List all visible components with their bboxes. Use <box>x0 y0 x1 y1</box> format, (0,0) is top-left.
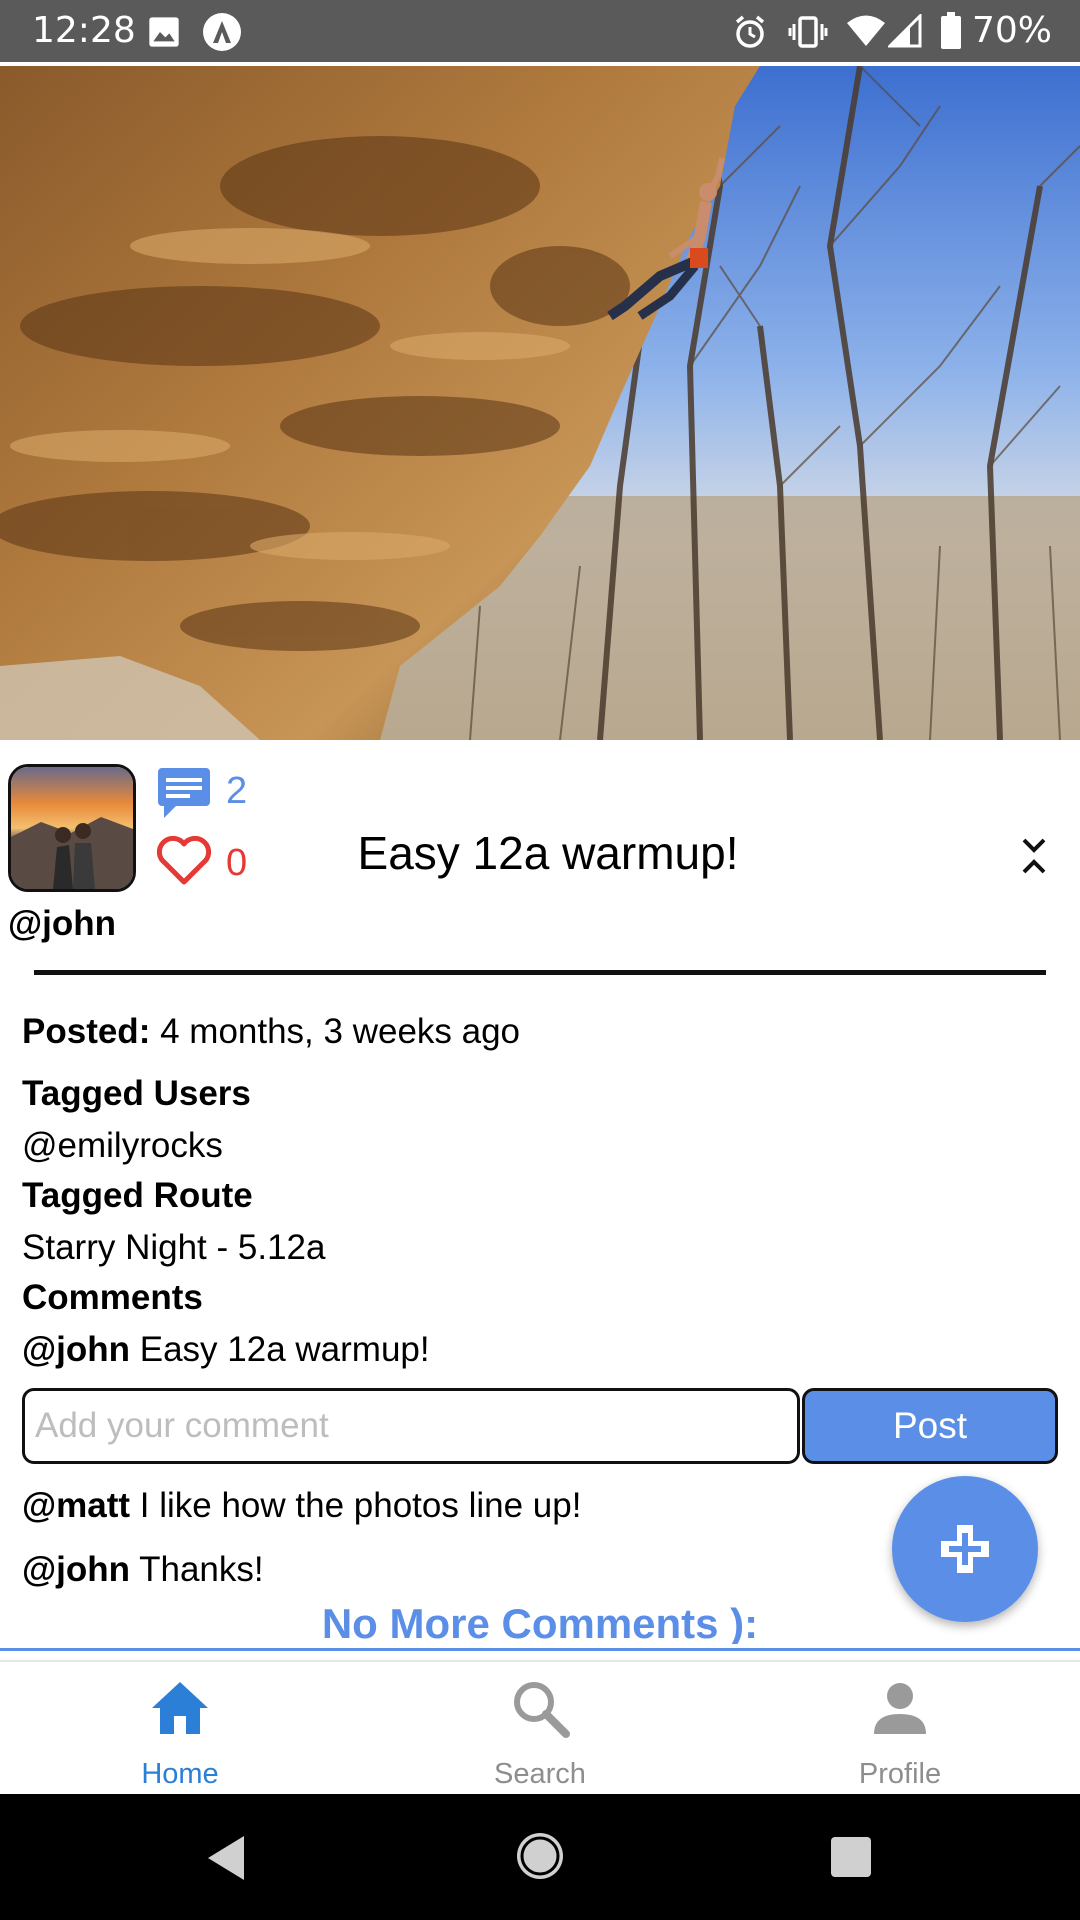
post-username[interactable]: @john <box>8 904 116 944</box>
tagged-route-heading: Tagged Route <box>22 1176 253 1216</box>
tagged-users-heading: Tagged Users <box>22 1074 251 1114</box>
battery-percentage: 70% <box>972 10 1053 51</box>
avatar-image <box>11 767 133 889</box>
comment-item: @john Thanks! <box>22 1550 264 1590</box>
tagged-users-label: Tagged Users <box>22 1074 251 1113</box>
posted-row: Posted: 4 months, 3 weeks ago <box>22 1012 520 1052</box>
person-icon <box>874 1683 926 1734</box>
caption-comment: @john Easy 12a warmup! <box>22 1330 430 1370</box>
cell-signal-icon <box>886 12 922 53</box>
climbing-photo-image <box>0 66 1080 740</box>
comment-user[interactable]: @john <box>22 1550 130 1589</box>
caption-text: Easy 12a warmup! <box>139 1330 430 1369</box>
vibrate-icon <box>788 14 828 55</box>
post-title: Easy 12a warmup! <box>357 827 739 879</box>
posted-label: Posted: <box>22 1012 151 1051</box>
collapse-icon[interactable] <box>1018 836 1050 881</box>
tab-home[interactable]: Home <box>0 1662 360 1796</box>
recents-icon[interactable] <box>830 1836 872 1878</box>
back-icon[interactable] <box>204 1834 248 1882</box>
battery-icon <box>940 12 962 55</box>
comments-icon[interactable] <box>156 766 212 825</box>
comments-label: Comments <box>22 1278 203 1317</box>
tagged-route-label: Tagged Route <box>22 1176 253 1215</box>
comment-text: Thanks! <box>139 1550 264 1589</box>
like-heart-icon[interactable] <box>156 835 212 891</box>
comment-input[interactable] <box>22 1388 800 1464</box>
no-more-comments: No More Comments ): <box>321 1600 759 1644</box>
tab-home-label: Home <box>141 1758 219 1790</box>
status-time: 12:28 <box>32 10 136 51</box>
search-icon <box>514 1682 570 1738</box>
comment-user[interactable]: @matt <box>22 1486 130 1525</box>
home-icon <box>152 1682 208 1734</box>
system-nav-bar <box>0 1794 1080 1920</box>
post-photo[interactable] <box>0 66 1080 740</box>
app-notification-icon <box>202 12 242 57</box>
bottom-tab-bar: Home Search Profile <box>0 1660 1080 1796</box>
tab-profile-label: Profile <box>858 1758 942 1790</box>
caption-user[interactable]: @john <box>22 1330 130 1369</box>
posted-value: 4 months, 3 weeks ago <box>160 1012 521 1051</box>
add-post-fab[interactable] <box>892 1476 1038 1622</box>
tab-search-label: Search <box>494 1758 586 1790</box>
post-comment-button[interactable]: Post <box>802 1388 1058 1464</box>
tab-search[interactable]: Search <box>360 1662 720 1796</box>
like-count: 0 <box>226 842 248 884</box>
list-bottom-divider <box>0 1648 1080 1651</box>
comments-heading: Comments <box>22 1278 203 1318</box>
tagged-user-link[interactable]: @emilyrocks <box>22 1126 223 1166</box>
image-notification-icon <box>148 16 180 53</box>
wifi-icon <box>846 14 886 53</box>
home-nav-icon[interactable] <box>514 1830 566 1882</box>
tagged-route-link[interactable]: Starry Night - 5.12a <box>22 1228 325 1268</box>
tab-profile[interactable]: Profile <box>720 1662 1080 1796</box>
divider <box>34 970 1046 975</box>
comment-text: I like how the photos line up! <box>139 1486 582 1525</box>
comment-count: 2 <box>226 770 248 812</box>
alarm-icon <box>732 14 768 55</box>
comment-item: @matt I like how the photos line up! <box>22 1486 581 1526</box>
avatar[interactable] <box>8 764 136 892</box>
status-bar: 12:28 70% <box>0 0 1080 62</box>
plus-icon <box>941 1525 989 1573</box>
